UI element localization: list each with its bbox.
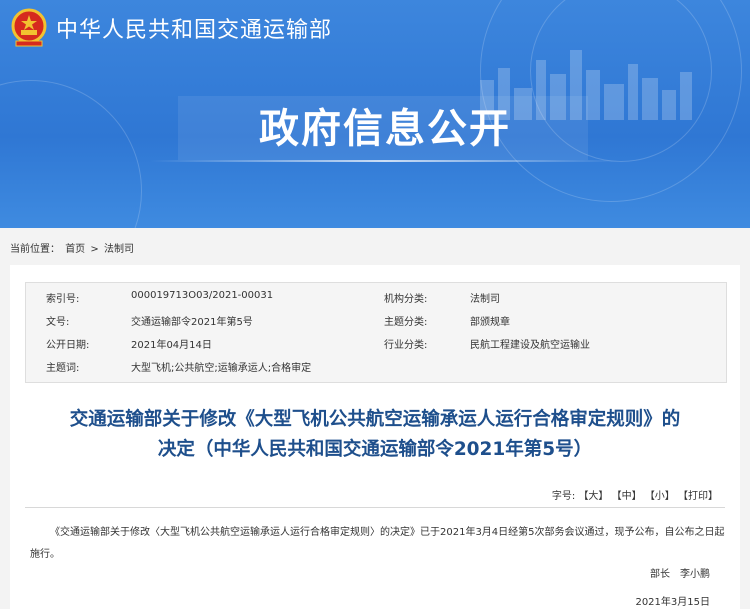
decor-circle — [0, 80, 142, 228]
breadcrumb-separator: > — [90, 244, 99, 255]
divider — [25, 507, 725, 508]
meta-key: 行业分类: — [384, 340, 428, 351]
meta-key: 索引号: — [46, 294, 80, 305]
meta-value: 部颁规章 — [470, 317, 510, 328]
meta-key: 主题分类: — [384, 317, 428, 328]
metadata-row: 文号: 交通运输部令2021年第5号 主题分类: 部颁规章 — [26, 308, 726, 330]
meta-value: 民航工程建设及航空运输业 — [470, 340, 590, 351]
national-emblem-icon — [11, 8, 47, 47]
meta-key: 文号: — [46, 317, 70, 328]
print-button[interactable]: 【打印】 — [678, 491, 718, 502]
meta-value: 法制司 — [470, 294, 500, 305]
document-metadata-table: 索引号: 000019713O03/2021-00031 机构分类: 法制司 文… — [25, 282, 727, 383]
font-small-button[interactable]: 【小】 — [645, 491, 675, 502]
metadata-row: 索引号: 000019713O03/2021-00031 机构分类: 法制司 — [26, 285, 726, 307]
breadcrumb: 当前位置： 首页 > 法制司 — [10, 240, 136, 255]
meta-value: 交通运输部令2021年第5号 — [131, 317, 253, 328]
breadcrumb-home[interactable]: 首页 — [65, 244, 85, 255]
metadata-row: 主题词: 大型飞机;公共航空;运输承运人;合格审定 — [26, 354, 726, 376]
font-size-controls: 字号: 【大】 【中】 【小】 【打印】 — [552, 487, 718, 502]
font-size-label: 字号: — [551, 491, 576, 502]
metadata-row: 公开日期: 2021年04月14日 行业分类: 民航工程建设及航空运输业 — [26, 331, 726, 353]
site-name[interactable]: 中华人民共和国交通运输部 — [56, 12, 332, 44]
font-medium-button[interactable]: 【中】 — [612, 491, 642, 502]
document-body: 《交通运输部关于修改〈大型飞机公共航空运输承运人运行合格审定规则〉的决定》已于2… — [30, 527, 725, 560]
document-title-line: 交通运输部关于修改《大型飞机公共航空运输承运人运行合格审定规则》的 — [69, 409, 681, 430]
meta-key: 机构分类: — [384, 294, 428, 305]
document-date: 2021年3月15日 — [635, 597, 710, 608]
breadcrumb-prefix: 当前位置： — [10, 244, 60, 255]
font-large-button[interactable]: 【大】 — [578, 491, 608, 502]
breadcrumb-current[interactable]: 法制司 — [104, 244, 134, 255]
meta-value: 大型飞机;公共航空;运输承运人;合格审定 — [131, 363, 312, 374]
meta-key: 公开日期: — [46, 340, 90, 351]
document-title-line: 决定（中华人民共和国交通运输部令2021年第5号） — [157, 439, 593, 460]
banner-divider — [150, 160, 620, 162]
banner-title: 政府信息公开 — [259, 106, 511, 152]
meta-key: 主题词: — [46, 363, 80, 374]
main-content: 索引号: 000019713O03/2021-00031 机构分类: 法制司 文… — [10, 265, 740, 609]
meta-value: 2021年04月14日 — [131, 340, 212, 351]
signature: 部长 李小鹏 — [650, 569, 710, 580]
header-banner: 中华人民共和国交通运输部 政府信息公开 — [0, 0, 750, 228]
document-title: 交通运输部关于修改《大型飞机公共航空运输承运人运行合格审定规则》的 决定（中华人… — [30, 405, 720, 465]
meta-value: 000019713O03/2021-00031 — [131, 290, 274, 301]
